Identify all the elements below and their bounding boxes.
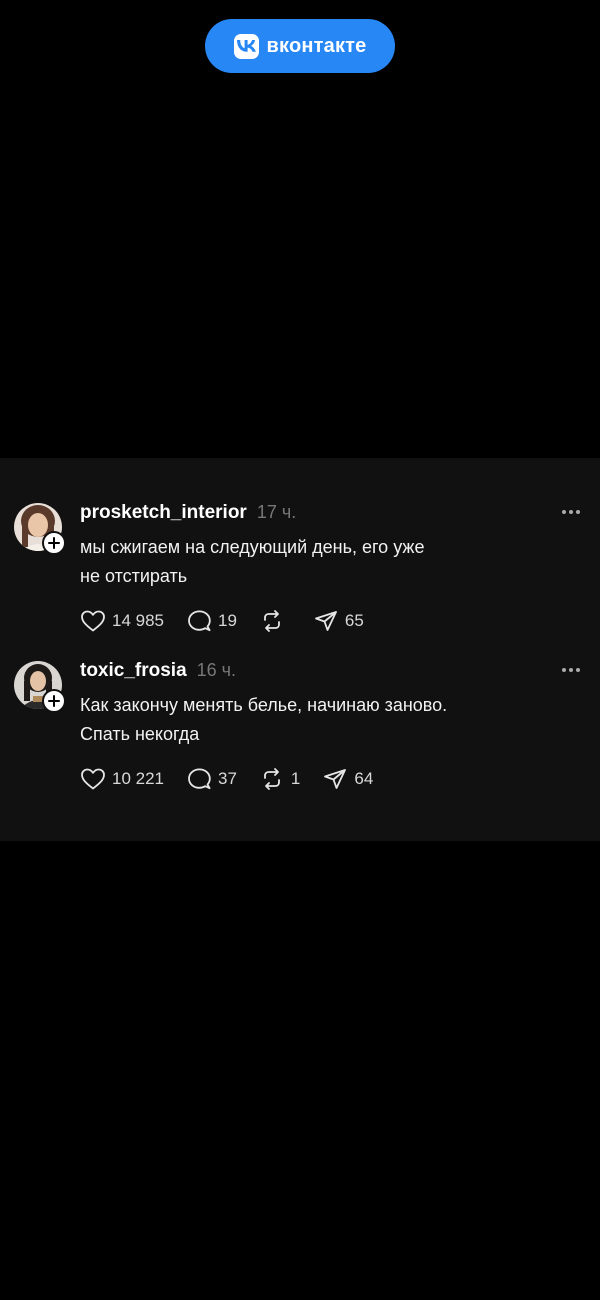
reply-count: 37 bbox=[218, 769, 237, 788]
follow-plus-icon[interactable] bbox=[42, 689, 66, 713]
heart-icon bbox=[81, 768, 105, 790]
thread-card: prosketch_interior 17 ч. мы сжигаем на с… bbox=[0, 458, 600, 841]
post-header: toxic_frosia 16 ч. bbox=[80, 660, 236, 684]
post-text-line: Спать некогда bbox=[80, 724, 200, 744]
post-time: 16 ч. bbox=[196, 660, 237, 680]
reply-count: 19 bbox=[218, 611, 237, 630]
send-icon bbox=[324, 769, 347, 789]
like-button[interactable]: 10 221 bbox=[80, 767, 164, 791]
repost-icon bbox=[264, 610, 280, 632]
vk-brand-badge: вконтакте bbox=[205, 19, 395, 73]
share-button[interactable]: 64 bbox=[322, 767, 373, 791]
follow-plus-icon[interactable] bbox=[42, 531, 66, 555]
post-actions: 10 221 37 1 64 bbox=[80, 767, 395, 791]
repost-button[interactable]: 1 bbox=[259, 767, 300, 791]
heart-icon bbox=[81, 610, 105, 632]
post-text-line: мы сжигаем на следующий день, его уже bbox=[80, 537, 425, 557]
post-actions: 14 985 19 65 bbox=[80, 609, 386, 633]
like-button[interactable]: 14 985 bbox=[80, 609, 164, 633]
repost-icon bbox=[264, 768, 280, 790]
repost-button[interactable] bbox=[259, 609, 291, 633]
post-text: Как закончу менять белье, начинаю заново… bbox=[80, 691, 570, 749]
post-time: 17 ч. bbox=[256, 502, 297, 522]
like-count: 14 985 bbox=[112, 611, 164, 630]
reply-button[interactable]: 19 bbox=[186, 609, 237, 633]
more-options-icon[interactable] bbox=[560, 504, 582, 520]
share-count: 64 bbox=[354, 769, 374, 788]
comment-icon bbox=[188, 768, 211, 790]
vk-logo-icon bbox=[233, 33, 259, 59]
username[interactable]: prosketch_interior bbox=[80, 502, 247, 524]
send-icon bbox=[315, 611, 337, 631]
post-header: prosketch_interior 17 ч. bbox=[80, 502, 296, 526]
share-count: 65 bbox=[344, 611, 364, 630]
post-text-line: не отстирать bbox=[80, 566, 188, 586]
repost-count: 1 bbox=[290, 769, 301, 788]
post-text: мы сжигаем на следующий день, его уже не… bbox=[80, 533, 570, 591]
comment-icon bbox=[188, 610, 211, 632]
post-text-line: Как закончу менять белье, начинаю заново… bbox=[80, 695, 448, 715]
more-options-icon[interactable] bbox=[560, 662, 582, 678]
username[interactable]: toxic_frosia bbox=[80, 660, 187, 682]
like-count: 10 221 bbox=[112, 769, 164, 788]
vk-brand-name: вконтакте bbox=[266, 34, 367, 57]
reply-button[interactable]: 37 bbox=[186, 767, 237, 791]
share-button[interactable]: 65 bbox=[313, 609, 364, 633]
